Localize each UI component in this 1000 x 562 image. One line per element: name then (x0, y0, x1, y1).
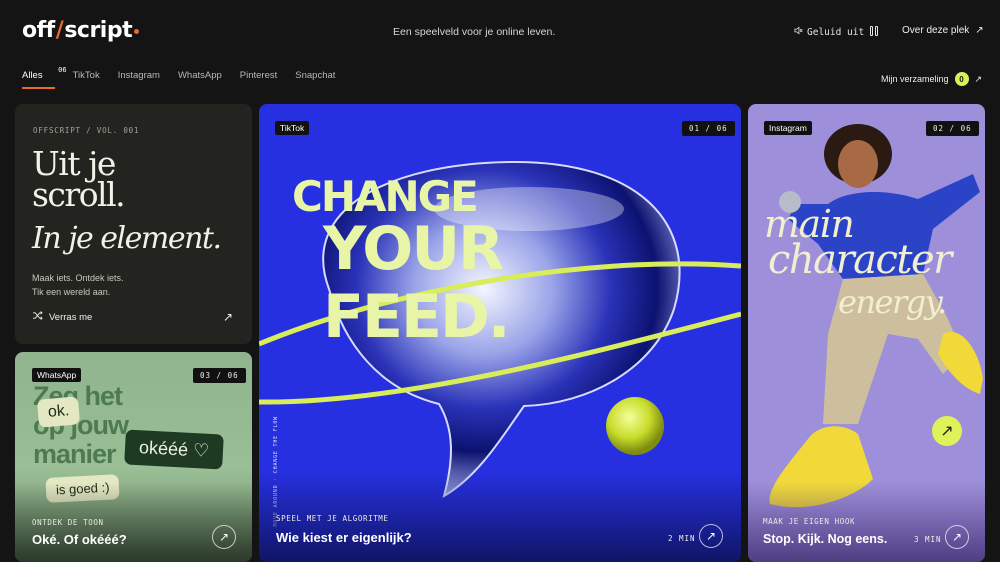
logo-slash: / (55, 18, 64, 43)
tab-snapchat[interactable]: Snapchat (295, 70, 335, 89)
whatsapp-card[interactable]: Zeg het op jouw manier ok. okééé ♡ is go… (15, 352, 252, 562)
duration-label: 3 MIN (914, 535, 942, 544)
collection-label: Mijn verzameling (881, 74, 949, 84)
intro-sub-line: Maak iets. Ontdek iets. (32, 273, 124, 283)
tab-pinterest[interactable]: Pinterest (240, 70, 278, 89)
card-counter: 03 / 06 (193, 368, 246, 383)
card-title: Wie kiest er eigenlijk? (276, 530, 412, 545)
logo-dot (134, 28, 140, 34)
arrow-up-right-icon[interactable]: ↗ (699, 524, 723, 548)
logo-right: script (64, 18, 133, 43)
platform-tag: Instagram (764, 121, 812, 135)
arrow-up-right-icon[interactable]: ↗ (212, 525, 236, 549)
tab-tiktok[interactable]: TikTok (73, 70, 100, 89)
chat-bubble: okééé ♡ (124, 429, 225, 470)
logo-left: off (22, 18, 55, 43)
arrow-up-right-icon: ↗ (974, 73, 983, 84)
pause-icon-bar (875, 26, 878, 36)
tab-count: 06 (58, 66, 67, 74)
card-kicker: ONTDEK DE TOON (32, 518, 104, 527)
arrow-up-right-icon[interactable]: ↗ (945, 525, 969, 549)
tagline: Een speelveld voor je online leven. (393, 26, 556, 38)
card-title: Oké. Of okééé? (32, 532, 127, 547)
collection-link[interactable]: Mijn verzameling 0 ↗ (881, 72, 982, 86)
surprise-me-button[interactable]: Verras me (32, 311, 92, 323)
arrow-up-right-icon: ↗ (975, 25, 984, 36)
chat-bubble: ok. (36, 396, 81, 428)
card-counter: 02 / 06 (926, 121, 979, 136)
card-kicker: SPEEL MET JE ALGORITME (276, 514, 389, 523)
surprise-label: Verras me (49, 311, 93, 323)
collection-count-badge: 0 (954, 72, 969, 86)
intro-headline: Uit je scroll. (32, 147, 126, 214)
speaker-muted-icon (794, 26, 803, 38)
tab-alles[interactable]: Alles 06 (22, 66, 67, 89)
sound-label: Geluid uit (807, 26, 865, 38)
headline-line: CHANGE (292, 172, 479, 221)
card-kicker: MAAK JE EIGEN HOOK (763, 517, 856, 526)
pause-icon-bar (870, 26, 873, 36)
bg-text-line: manier (33, 439, 117, 469)
instagram-card[interactable]: main character energy. ↗ Instagram 02 / … (748, 104, 985, 562)
arrow-up-right-icon[interactable]: ↗ (223, 310, 233, 324)
card-counter: 01 / 06 (682, 121, 735, 136)
about-link[interactable]: Over deze plek ↗ (902, 25, 984, 36)
pause-button[interactable] (870, 26, 880, 37)
platform-tag: TikTok (275, 121, 310, 135)
tab-label: Alles (22, 70, 43, 81)
platform-tag: WhatsApp (32, 368, 82, 382)
tiktok-card[interactable]: CHANGE YOUR FEED. MOVE AROUND · CHANGE T… (259, 104, 741, 562)
card-title: Stop. Kijk. Nog eens. (763, 532, 888, 546)
intro-sub-line: Tik een wereld aan. (32, 287, 111, 297)
shuffle-icon (32, 311, 43, 323)
platform-tabs: Alles 06 TikTok Instagram WhatsApp Pinte… (22, 66, 335, 89)
duration-label: 2 MIN (668, 534, 696, 543)
intro-subtext: Maak iets. Ontdek iets. Tik een wereld a… (32, 271, 124, 299)
script-line: energy. (838, 283, 947, 321)
intro-headline-line: scroll. (32, 175, 126, 214)
intro-headline-italic: In je element. (32, 221, 222, 256)
about-label: Over deze plek (902, 25, 970, 36)
intro-card: OFFSCRIPT / VOL. 001 Uit je scroll. In j… (15, 104, 252, 344)
script-line: character (768, 237, 952, 283)
headline-line: FEED. (323, 282, 511, 352)
volume-label: OFFSCRIPT / VOL. 001 (33, 126, 140, 135)
headline-line: YOUR (323, 214, 504, 284)
tab-whatsapp[interactable]: WhatsApp (178, 70, 222, 89)
sound-toggle[interactable]: Geluid uit (794, 26, 864, 38)
arrow-up-right-icon[interactable]: ↗ (932, 416, 962, 446)
logo[interactable]: off/script (22, 18, 140, 43)
tab-instagram[interactable]: Instagram (118, 70, 160, 89)
